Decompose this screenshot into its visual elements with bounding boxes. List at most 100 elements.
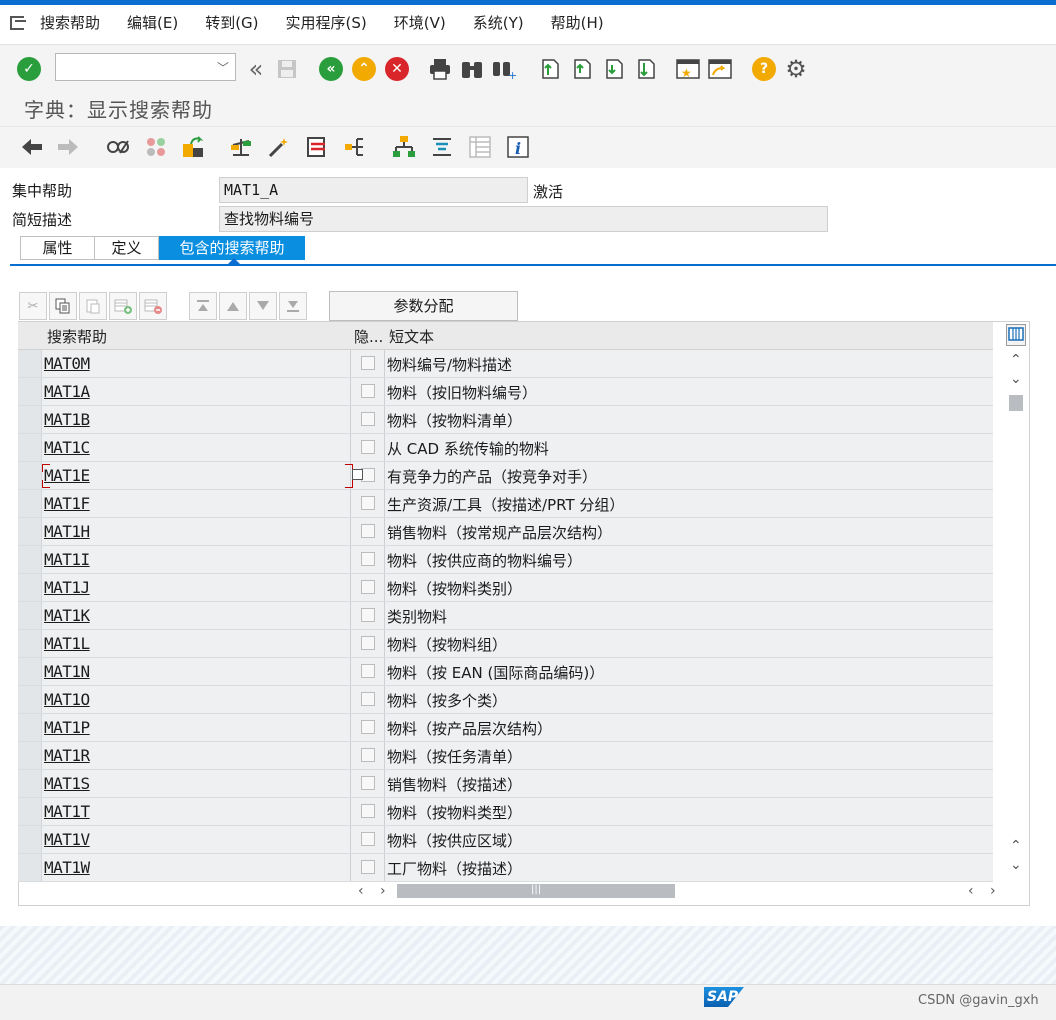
menu-item-goto[interactable]: 转到(G) <box>205 12 258 33</box>
search-help-link[interactable]: MAT1I <box>44 550 90 569</box>
row-selector[interactable] <box>18 854 42 881</box>
shortcut-icon[interactable] <box>707 56 733 82</box>
column-header-search-help[interactable]: 搜索帮助 <box>47 326 107 347</box>
settings-gear-icon[interactable]: ⚙ <box>783 56 809 82</box>
hidden-checkbox[interactable] <box>361 748 375 762</box>
hidden-checkbox[interactable] <box>361 468 375 482</box>
scroll-bottom-icon[interactable] <box>279 292 307 320</box>
row-selector[interactable] <box>18 434 42 461</box>
insert-row-icon[interactable] <box>109 292 137 320</box>
table-row[interactable]: MAT1W 工厂物料（按描述） <box>18 854 993 882</box>
find-next-icon[interactable]: + <box>491 56 517 82</box>
search-help-link[interactable]: MAT1N <box>44 662 90 681</box>
search-help-link[interactable]: MAT1H <box>44 522 90 541</box>
row-selector[interactable] <box>18 602 42 629</box>
short-description-field[interactable]: 查找物料编号 <box>219 206 828 232</box>
row-selector[interactable] <box>18 686 42 713</box>
last-page-icon[interactable] <box>632 56 658 82</box>
scroll-left-icon[interactable]: ‹ <box>358 883 364 899</box>
print-icon[interactable] <box>427 56 453 82</box>
table-row[interactable]: MAT1H 销售物料（按常规产品层次结构） <box>18 518 993 546</box>
search-help-link[interactable]: MAT1B <box>44 410 90 429</box>
command-field[interactable]: ﹀ <box>55 53 236 81</box>
menu-item-search-help[interactable]: 搜索帮助 <box>40 12 100 33</box>
scroll-down-bottom-arrow-icon[interactable]: ⌄ <box>1010 857 1022 873</box>
scroll-up-arrow-icon[interactable]: ⌃ <box>1010 352 1022 368</box>
search-help-link[interactable]: MAT1T <box>44 802 90 821</box>
row-selector[interactable] <box>18 826 42 853</box>
search-help-link[interactable]: MAT1V <box>44 830 90 849</box>
row-selector[interactable] <box>18 546 42 573</box>
hidden-checkbox[interactable] <box>361 720 375 734</box>
hidden-checkbox[interactable] <box>361 552 375 566</box>
row-selector[interactable] <box>18 518 42 545</box>
tab-attributes[interactable]: 属性 <box>20 236 95 260</box>
chevron-down-icon[interactable]: ﹀ <box>217 59 229 76</box>
row-selector[interactable] <box>18 770 42 797</box>
table-row[interactable]: MAT1L 物料（按物料组） <box>18 630 993 658</box>
row-selector[interactable] <box>18 350 42 377</box>
hidden-checkbox[interactable] <box>361 384 375 398</box>
first-page-icon[interactable] <box>536 56 562 82</box>
scroll-right-end-icon[interactable]: › <box>990 883 996 899</box>
object-list-icon[interactable] <box>392 135 416 159</box>
help-icon[interactable]: ? <box>751 56 777 82</box>
row-selector[interactable] <box>18 742 42 769</box>
table-row[interactable]: MAT1J 物料（按物料类别） <box>18 574 993 602</box>
search-help-link[interactable]: MAT1C <box>44 438 90 457</box>
info-icon[interactable]: i <box>506 135 530 159</box>
hidden-checkbox[interactable] <box>361 356 375 370</box>
where-used-icon[interactable] <box>305 135 329 159</box>
value-help-icon[interactable] <box>352 469 363 480</box>
table-row[interactable]: MAT1R 物料（按任务清单） <box>18 742 993 770</box>
hidden-checkbox[interactable] <box>361 776 375 790</box>
scroll-up-icon[interactable] <box>219 292 247 320</box>
tab-included-search-helps[interactable]: 包含的搜索帮助 <box>159 236 305 260</box>
row-selector[interactable] <box>18 490 42 517</box>
scroll-up-bottom-arrow-icon[interactable]: ⌃ <box>1010 838 1022 854</box>
search-help-link[interactable]: MAT1K <box>44 606 90 625</box>
search-help-link[interactable]: MAT1S <box>44 774 90 793</box>
hidden-checkbox[interactable] <box>361 496 375 510</box>
table-row[interactable]: MAT1V 物料（按供应区域） <box>18 826 993 854</box>
table-row[interactable]: MAT1C 从 CAD 系统传输的物料 <box>18 434 993 462</box>
menu-toggle-icon[interactable] <box>10 15 28 30</box>
other-object-icon[interactable] <box>144 135 168 159</box>
parameter-assignment-button[interactable]: 参数分配 <box>329 291 518 321</box>
row-selector[interactable] <box>18 462 42 489</box>
search-help-link[interactable]: MAT1W <box>44 858 90 877</box>
menu-item-edit[interactable]: 编辑(E) <box>127 12 178 33</box>
collective-help-field[interactable]: MAT1_A <box>219 177 528 203</box>
row-selector[interactable] <box>18 574 42 601</box>
hidden-checkbox[interactable] <box>361 524 375 538</box>
hidden-checkbox[interactable] <box>361 636 375 650</box>
cancel-red-icon[interactable]: ✕ <box>384 56 410 82</box>
history-back-icon[interactable]: « <box>243 56 269 82</box>
search-help-link[interactable]: MAT0M <box>44 354 90 373</box>
new-session-icon[interactable]: ★ <box>675 56 701 82</box>
hidden-checkbox[interactable] <box>361 664 375 678</box>
table-row[interactable]: MAT1B 物料（按物料清单） <box>18 406 993 434</box>
search-help-link[interactable]: MAT1R <box>44 746 90 765</box>
menu-item-help[interactable]: 帮助(H) <box>551 12 604 33</box>
search-help-link[interactable]: MAT1A <box>44 382 90 401</box>
row-selector[interactable] <box>18 630 42 657</box>
hidden-checkbox[interactable] <box>361 440 375 454</box>
table-row[interactable]: MAT1T 物料（按物料类型） <box>18 798 993 826</box>
menu-item-environment[interactable]: 环境(V) <box>394 12 446 33</box>
search-help-link[interactable]: MAT1F <box>44 494 90 513</box>
hidden-checkbox[interactable] <box>361 608 375 622</box>
hidden-checkbox[interactable] <box>361 804 375 818</box>
find-icon[interactable] <box>459 56 485 82</box>
scroll-top-icon[interactable] <box>189 292 217 320</box>
copy-icon[interactable] <box>49 292 77 320</box>
hidden-checkbox[interactable] <box>361 860 375 874</box>
menu-item-system[interactable]: 系统(Y) <box>473 12 524 33</box>
hidden-checkbox[interactable] <box>361 412 375 426</box>
table-row[interactable]: MAT1O 物料（按多个类） <box>18 686 993 714</box>
table-row[interactable]: MAT1E 有竞争力的产品（按竞争对手） <box>18 462 993 490</box>
search-help-link[interactable]: MAT1L <box>44 634 90 653</box>
paste-icon[interactable] <box>79 292 107 320</box>
column-settings-icon[interactable] <box>1006 324 1026 346</box>
hierarchy-icon[interactable] <box>343 135 367 159</box>
